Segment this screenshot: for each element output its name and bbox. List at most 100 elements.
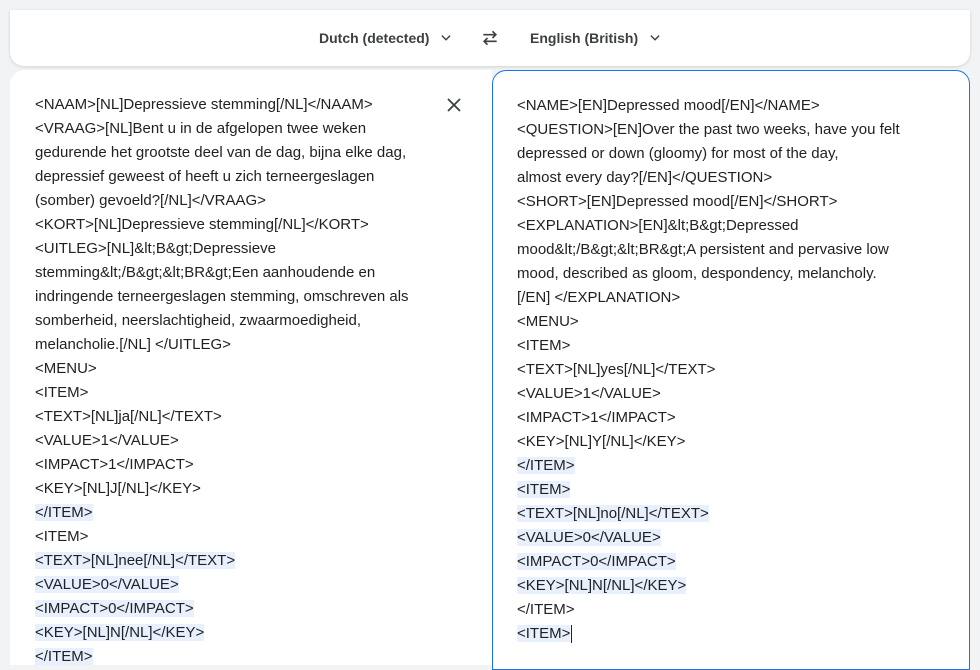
text-line: <ITEM>: [517, 334, 900, 358]
text-line: indringende terneergeslagen stemming, om…: [35, 285, 409, 309]
text-line: <KEY>[NL]N[/NL]</KEY>: [35, 621, 409, 645]
text-line: <IMPACT>1</IMPACT>: [517, 406, 900, 430]
text-line-content: <IMPACT>1</IMPACT>: [35, 456, 194, 473]
text-line-content: <SHORT>[EN]Depressed mood[/EN]</SHORT>: [517, 193, 838, 210]
text-line-content: <TEXT>[NL]yes[/NL]</TEXT>: [517, 361, 716, 378]
text-line: <UITLEG>[NL]&lt;B&gt;Depressieve: [35, 237, 409, 261]
text-line: melancholie.[/NL] </UITLEG>: [35, 333, 409, 357]
text-line: <ITEM>: [517, 622, 900, 646]
language-bar: Dutch (detected) English (British): [10, 10, 970, 66]
text-line: (somber) gevoeld?[/NL]</VRAAG>: [35, 189, 409, 213]
text-line-content: <MENU>: [35, 360, 97, 377]
text-line: <VALUE>1</VALUE>: [35, 429, 409, 453]
text-line: <QUESTION>[EN]Over the past two weeks, h…: [517, 118, 900, 142]
text-line: <ITEM>: [517, 478, 900, 502]
source-text-panel[interactable]: <NAAM>[NL]Depressieve stemming[/NL]</NAA…: [10, 70, 492, 670]
text-line-content: <ITEM>: [35, 528, 89, 545]
source-language-selector[interactable]: Dutch (detected): [319, 26, 453, 50]
text-line-content: <QUESTION>[EN]Over the past two weeks, h…: [517, 121, 900, 138]
text-line-content: <KEY>[NL]N[/NL]</KEY>: [517, 577, 687, 594]
text-line: <NAAM>[NL]Depressieve stemming[/NL]</NAA…: [35, 93, 409, 117]
text-line: <KEY>[NL]J[/NL]</KEY>: [35, 477, 409, 501]
text-line: <SHORT>[EN]Depressed mood[/EN]</SHORT>: [517, 190, 900, 214]
text-line: mood, described as gloom, despondency, m…: [517, 262, 900, 286]
text-line-content: stemming&lt;/B&gt;&lt;BR&gt;Een aanhoude…: [35, 264, 376, 281]
text-line-content: somberheid, neerslachtigheid, zwaarmoedi…: [35, 312, 362, 329]
text-line: </ITEM>: [35, 501, 409, 525]
text-line-content: mood, described as gloom, despondency, m…: [517, 265, 877, 282]
text-line-content: <MENU>: [517, 313, 579, 330]
text-line-content: <KEY>[NL]N[/NL]</KEY>: [35, 624, 205, 641]
text-line: <MENU>: [517, 310, 900, 334]
text-line-content: almost every day?[/EN]</QUESTION>: [517, 169, 773, 186]
target-language-selector[interactable]: English (British): [530, 26, 662, 50]
swap-languages-icon[interactable]: [478, 26, 502, 50]
text-line-content: <IMPACT>0</IMPACT>: [517, 553, 676, 570]
text-line-content: <TEXT>[NL]no[/NL]</TEXT>: [517, 505, 709, 522]
text-line: <ITEM>: [35, 381, 409, 405]
text-line-content: depressief geweest of heeft u zich terne…: [35, 168, 375, 185]
text-line-content: <EXPLANATION>[EN]&lt;B&gt;Depressed: [517, 217, 799, 234]
text-cursor: [571, 625, 573, 644]
text-line-content: gedurende het grootste deel van de dag, …: [35, 144, 407, 161]
text-line: <ITEM>: [35, 525, 409, 549]
text-line: <VRAAG>[NL]Bent u in de afgelopen twee w…: [35, 117, 409, 141]
text-line: <VALUE>0</VALUE>: [35, 573, 409, 597]
text-line-content: <TEXT>[NL]nee[/NL]</TEXT>: [35, 552, 236, 569]
text-line-content: </ITEM>: [517, 457, 575, 474]
text-line: somberheid, neerslachtigheid, zwaarmoedi…: [35, 309, 409, 333]
text-line: <IMPACT>0</IMPACT>: [35, 597, 409, 621]
source-language-label: Dutch (detected): [319, 30, 430, 46]
text-line: <TEXT>[NL]nee[/NL]</TEXT>: [35, 549, 409, 573]
text-line-content: <NAAM>[NL]Depressieve stemming[/NL]</NAA…: [35, 96, 373, 113]
text-line-content: <IMPACT>1</IMPACT>: [517, 409, 676, 426]
text-line-content: <ITEM>: [517, 337, 571, 354]
text-line: <IMPACT>0</IMPACT>: [517, 550, 900, 574]
text-line: depressief geweest of heeft u zich terne…: [35, 165, 409, 189]
text-line-content: </ITEM>: [35, 504, 93, 521]
text-line-content: <KEY>[NL]Y[/NL]</KEY>: [517, 433, 686, 450]
text-line-content: <KEY>[NL]J[/NL]</KEY>: [35, 480, 201, 497]
text-line: mood&lt;/B&gt;&lt;BR&gt;A persistent and…: [517, 238, 900, 262]
text-line-content: melancholie.[/NL] </UITLEG>: [35, 336, 231, 353]
text-line: <TEXT>[NL]yes[/NL]</TEXT>: [517, 358, 900, 382]
text-line: almost every day?[/EN]</QUESTION>: [517, 166, 900, 190]
chevron-down-icon: [648, 31, 662, 45]
source-text-input[interactable]: <NAAM>[NL]Depressieve stemming[/NL]</NAA…: [35, 93, 409, 669]
text-line: stemming&lt;/B&gt;&lt;BR&gt;Een aanhoude…: [35, 261, 409, 285]
text-line: <EXPLANATION>[EN]&lt;B&gt;Depressed: [517, 214, 900, 238]
text-line: </ITEM>: [517, 454, 900, 478]
text-line: <VALUE>1</VALUE>: [517, 382, 900, 406]
text-line: depressed or down (gloomy) for most of t…: [517, 142, 900, 166]
text-line-content: <VALUE>1</VALUE>: [517, 385, 661, 402]
text-line-content: <VRAAG>[NL]Bent u in de afgelopen twee w…: [35, 120, 367, 137]
text-line-content: <ITEM>: [517, 481, 571, 498]
close-icon[interactable]: [444, 95, 464, 115]
text-line: [/EN] </EXPLANATION>: [517, 286, 900, 310]
text-line: <TEXT>[NL]no[/NL]</TEXT>: [517, 502, 900, 526]
text-line-content: depressed or down (gloomy) for most of t…: [517, 145, 839, 162]
text-line: </ITEM>: [517, 598, 900, 622]
text-line-content: mood&lt;/B&gt;&lt;BR&gt;A persistent and…: [517, 241, 889, 258]
translation-output-text[interactable]: <NAME>[EN]Depressed mood[/EN]</NAME> <QUE…: [517, 94, 900, 646]
text-line-content: <ITEM>: [517, 625, 571, 642]
translation-output-panel[interactable]: <NAME>[EN]Depressed mood[/EN]</NAME> <QUE…: [492, 70, 970, 670]
text-line-content: [/EN] </EXPLANATION>: [517, 289, 681, 306]
text-line-content: <VALUE>0</VALUE>: [517, 529, 661, 546]
text-line: <KEY>[NL]N[/NL]</KEY>: [517, 574, 900, 598]
text-line-content: <VALUE>0</VALUE>: [35, 576, 179, 593]
text-line-content: <UITLEG>[NL]&lt;B&gt;Depressieve: [35, 240, 276, 257]
text-line-content: <VALUE>1</VALUE>: [35, 432, 179, 449]
text-line-content: <IMPACT>0</IMPACT>: [35, 600, 194, 617]
text-line: <IMPACT>1</IMPACT>: [35, 453, 409, 477]
target-language-label: English (British): [530, 30, 639, 46]
text-line-content: <KORT>[NL]Depressieve stemming[/NL]</KOR…: [35, 216, 369, 233]
text-line-content: <NAME>[EN]Depressed mood[/EN]</NAME>: [517, 97, 820, 114]
text-line: <TEXT>[NL]ja[/NL]</TEXT>: [35, 405, 409, 429]
text-line-content: indringende terneergeslagen stemming, om…: [35, 288, 409, 305]
text-line-content: <TEXT>[NL]ja[/NL]</TEXT>: [35, 408, 222, 425]
text-line: <VALUE>0</VALUE>: [517, 526, 900, 550]
text-line: <KEY>[NL]Y[/NL]</KEY>: [517, 430, 900, 454]
text-line-content: </ITEM>: [517, 601, 575, 618]
panel-divider: [10, 665, 492, 670]
